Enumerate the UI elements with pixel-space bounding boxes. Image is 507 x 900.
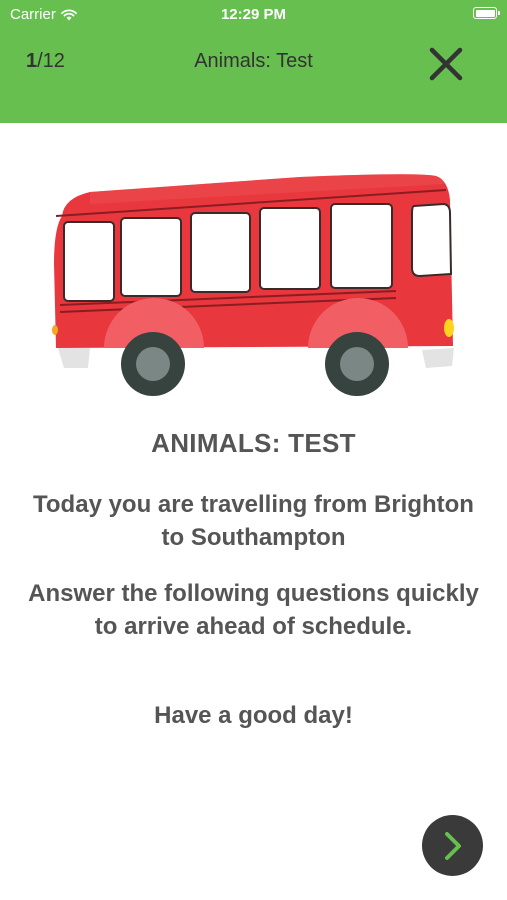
chevron-right-icon [444,831,461,860]
battery-icon [473,7,500,19]
quiz-heading: ANIMALS: TEST [151,428,356,458]
journey-text: Today you are travelling from Brighton t… [33,491,474,551]
instructions-text: Answer the following questions quickly t… [28,580,479,640]
close-button[interactable] [424,42,468,86]
farewell-text: Have a good day! [154,702,353,729]
bus-illustration [52,174,454,396]
status-bar: Carrier 12:29 PM [0,0,507,30]
close-icon [429,47,463,81]
header-bar: Carrier 12:29 PM 1/12 Animals: Test [0,0,507,123]
status-time: 12:29 PM [220,6,287,23]
next-button[interactable] [422,815,483,876]
